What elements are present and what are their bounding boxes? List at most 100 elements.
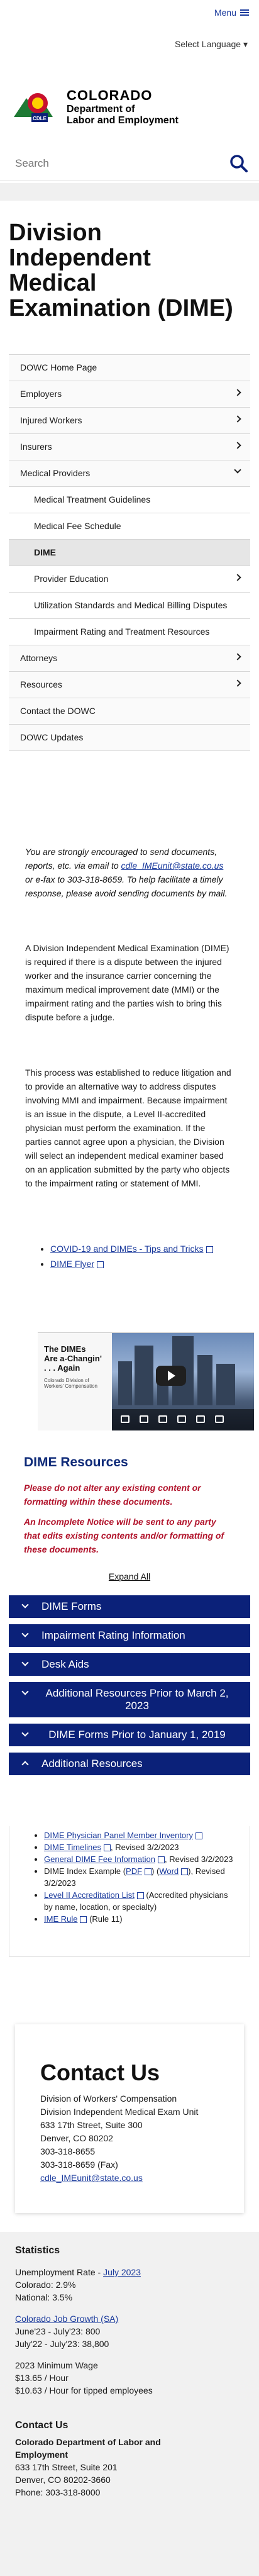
list-item: Level II Accreditation List (Accredited … [44,1889,236,1913]
accordion-additional-resources-prior-to-march-2-2023[interactable]: Additional Resources Prior to March 2, 2… [9,1682,250,1717]
accordion-dime-forms[interactable]: DIME Forms [9,1595,250,1618]
sidebar-item-medical-providers[interactable]: Medical Providers [9,460,250,487]
revision-text: , Revised 3/2/2023 [165,1854,233,1864]
expand-all-link[interactable]: Expand All [109,1571,150,1581]
contact-line: 633 17th Street, Suite 300 [40,2120,143,2130]
search-input[interactable] [15,157,223,170]
external-link-icon [195,1832,202,1840]
chevron-right-icon[interactable] [234,574,241,581]
chevron-right-icon[interactable] [234,415,241,423]
contact-heading: Contact Us [40,2060,160,2085]
accordion-additional-resources[interactable]: Additional Resources [9,1753,250,1775]
sidebar-item-insurers[interactable]: Insurers [9,434,250,460]
search-icon[interactable] [229,153,249,174]
sidebar-item-dowc-home-page[interactable]: DOWC Home Page [9,354,250,381]
sidebar-item-medical-fee-schedule[interactable]: Medical Fee Schedule [9,513,250,540]
list-item: IME Rule (Rule 11) [44,1913,236,1925]
captions-icon[interactable] [158,1415,167,1423]
chevron-down-icon [21,1659,29,1666]
contact-email-link[interactable]: cdle_IMEunit@state.co.us [40,2173,143,2183]
sidebar-item-impairment-rating-and-treatment-resources[interactable]: Impairment Rating and Treatment Resource… [9,619,250,645]
job-growth-line: June'23 - July'23: 800 [15,2326,101,2336]
volume-icon[interactable] [121,1415,130,1423]
email-notice: You are strongly encouraged to send docu… [25,845,231,900]
fee-information-link[interactable]: General DIME Fee Information [44,1854,155,1864]
sidebar-item-medical-treatment-guidelines[interactable]: Medical Treatment Guidelines [9,487,250,513]
chevron-right-icon[interactable] [234,679,241,687]
menu-button[interactable]: Menu [214,8,249,18]
menu-label: Menu [214,8,236,18]
accordion-label: Additional Resources [41,1758,143,1770]
list-item: DIME Index Example (PDF) (Word), Revised… [44,1865,236,1889]
unemployment-colorado: Colorado: 2.9% [15,2280,76,2290]
logo-line3: Labor and Employment [67,115,179,126]
covid-tips-link[interactable]: COVID-19 and DIMEs - Tips and Tricks [50,1244,204,1254]
sidebar-item-dowc-updates[interactable]: DOWC Updates [9,725,250,751]
play-icon[interactable] [156,1366,186,1386]
external-link-icon [206,1246,213,1253]
chevron-right-icon[interactable] [234,389,241,396]
chevron-down-icon: ▾ [243,39,248,49]
footer-address: Denver, CO 80202-3660 [15,2475,111,2485]
sidebar-item-label: Medical Providers [20,468,91,478]
chevron-down-icon[interactable] [234,466,241,474]
fullscreen-icon[interactable] [215,1415,224,1423]
index-separator: ) ( [152,1866,160,1876]
footer-phone: Phone: 303-318-8000 [15,2487,101,2497]
physician-inventory-link[interactable]: DIME Physician Panel Member Inventory [44,1831,193,1840]
contact-card: Contact Us Division of Workers' Compensa… [15,2024,244,2213]
video-title-line2: Are a-Changin' [44,1354,102,1363]
sidebar-item-employers[interactable]: Employers [9,381,250,408]
chevron-right-icon[interactable] [234,442,241,449]
settings-icon[interactable] [140,1415,148,1423]
external-link-icon [136,1892,144,1900]
footer-org-line: Colorado Department of Labor and [15,2437,161,2447]
sidebar-item-resources[interactable]: Resources [9,672,250,698]
video-title-line3: . . . Again [44,1363,80,1373]
accordion-impairment-rating-information[interactable]: Impairment Rating Information [9,1624,250,1647]
index-pdf-link[interactable]: PDF [126,1866,142,1876]
logo-line2: Department of [67,104,135,114]
sidebar-item-injured-workers[interactable]: Injured Workers [9,408,250,434]
sidebar-item-utilization-standards-and-medical-billing-disputes[interactable]: Utilization Standards and Medical Billin… [9,593,250,619]
statistics-heading: Statistics [15,2245,60,2256]
dime-resources-heading: DIME Resources [24,1455,128,1469]
sidebar-item-label: Employers [20,389,62,399]
site-logo[interactable]: CDLE COLORADO Department of Labor and Em… [14,87,179,127]
sidebar-item-label: Provider Education [34,574,109,584]
sidebar-item-label: Medical Fee Schedule [34,521,121,531]
contact-line: Denver, CO 80202 [40,2133,113,2143]
accordion: DIME Forms Impairment Rating Information D… [9,1595,250,1781]
ime-rule-link[interactable]: IME Rule [44,1914,77,1924]
chevron-down-icon [21,1630,29,1637]
job-growth-link[interactable]: Colorado Job Growth (SA) [15,2314,118,2324]
share-icon[interactable] [177,1415,186,1423]
video-player[interactable]: The DIMEs Are a-Changin' . . . Again Col… [38,1332,254,1430]
contact-line: Division of Workers' Compensation [40,2094,177,2104]
accordion-dime-forms-prior-to-january-1-2019[interactable]: DIME Forms Prior to January 1, 2019 [9,1724,250,1746]
external-link-icon [104,1844,111,1852]
breadcrumb-band [0,183,259,201]
accreditation-list-link[interactable]: Level II Accreditation List [44,1890,135,1900]
colorado-logo-icon: CDLE [14,93,53,122]
warning-text-1: Please do not alter any existing content… [24,1483,201,1507]
logo-line1: COLORADO [67,87,153,103]
sidebar-item-label: Utilization Standards and Medical Billin… [34,600,228,610]
sidebar-item-label: Impairment Rating and Treatment Resource… [34,627,210,637]
dime-flyer-link[interactable]: DIME Flyer [50,1259,94,1269]
dime-timelines-link[interactable]: DIME Timelines [44,1843,101,1852]
sidebar-item-attorneys[interactable]: Attorneys [9,645,250,672]
sidebar-item-dime[interactable]: DIME [9,540,250,566]
language-select[interactable]: Select Language ▾ [175,39,248,50]
youtube-icon[interactable] [196,1415,205,1423]
accordion-label: Additional Resources Prior to March 2, 2… [45,1687,229,1712]
sidebar-item-provider-education[interactable]: Provider Education [9,566,250,593]
sidebar-item-contact-the-dowc[interactable]: Contact the DOWC [9,698,250,725]
additional-resources-list: DIME Physician Panel Member Inventory DI… [44,1829,236,1925]
index-word-link[interactable]: Word [159,1866,179,1876]
chevron-right-icon[interactable] [234,653,241,661]
accordion-desk-aids[interactable]: Desk Aids [9,1653,250,1676]
video-controls[interactable] [112,1409,254,1430]
ime-email-link[interactable]: cdle_IMEunit@state.co.us [121,861,224,871]
unemployment-link[interactable]: July 2023 [103,2267,141,2277]
